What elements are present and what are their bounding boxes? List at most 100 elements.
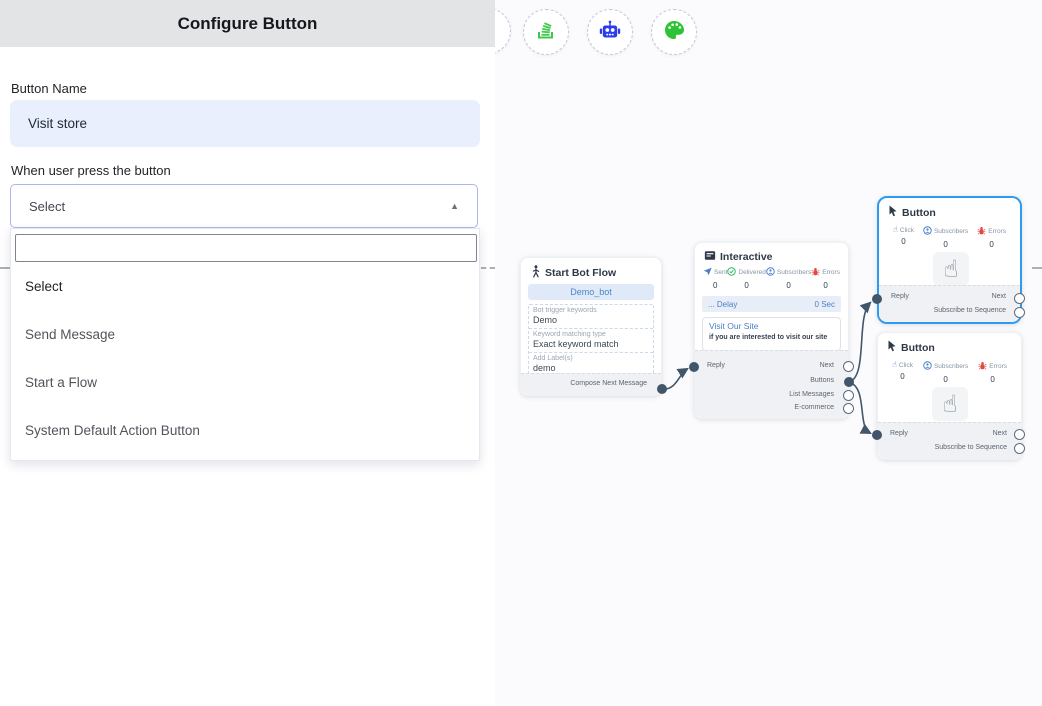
panel-header: Configure Button xyxy=(0,0,495,47)
toolbar-theme-button[interactable] xyxy=(651,9,697,55)
chevron-up-icon: ▲ xyxy=(450,201,459,211)
robot-icon xyxy=(598,18,622,47)
walk-icon xyxy=(530,265,541,281)
bug-icon xyxy=(977,226,986,237)
action-dropdown: Select Send Message Start a Flow System … xyxy=(10,228,480,461)
delay-value: 0 Sec xyxy=(815,300,835,309)
stat-value: 0 xyxy=(766,281,811,290)
field-row: Keyword matching type Exact keyword matc… xyxy=(529,329,653,353)
interactive-node[interactable]: Interactive Sent 0 Delivered 0 Subscribe… xyxy=(694,242,849,419)
divider-dash xyxy=(0,267,10,269)
dropdown-option-start-a-flow[interactable]: Start a Flow xyxy=(11,358,479,406)
connector-interactive-reply[interactable] xyxy=(689,362,699,372)
dropdown-option-select[interactable]: Select xyxy=(11,262,479,310)
connector-button1-subscribe[interactable] xyxy=(1014,307,1025,318)
interactive-icon xyxy=(704,250,716,264)
connector-buttons[interactable] xyxy=(844,377,854,387)
button-name-label: Button Name xyxy=(11,81,87,96)
stats-row: Sent 0 Delivered 0 Subscribers 0 Errors xyxy=(695,267,848,290)
select-value: Select xyxy=(29,199,65,214)
stat-subscribers: Subscribers 0 xyxy=(766,267,811,290)
click-icon: ☝ xyxy=(892,361,897,369)
start-bot-flow-node[interactable]: Start Bot Flow Demo_bot Bot trigger keyw… xyxy=(520,257,662,396)
dropdown-option-system-default[interactable]: System Default Action Button xyxy=(11,406,479,454)
button-name-input[interactable] xyxy=(10,100,480,147)
subscribers-icon xyxy=(923,361,932,372)
connector-button1-next[interactable] xyxy=(1014,293,1025,304)
output-label-buttons: Buttons xyxy=(810,377,834,384)
hand-pointer-icon: ☝ xyxy=(933,252,969,286)
bot-name-button[interactable]: Demo_bot xyxy=(528,284,654,300)
field-value: demo xyxy=(533,363,649,373)
field-label: Keyword matching type xyxy=(533,331,649,338)
stat-subscribers: Subscribers 0 xyxy=(923,226,968,249)
stat-label: Subscribers xyxy=(777,269,811,276)
stat-value: 0 xyxy=(703,281,727,290)
stat-label: Delivered xyxy=(738,269,765,276)
output-label-subscribe: Subscribe to Sequence xyxy=(935,444,1007,451)
stat-label: Errors xyxy=(988,228,1006,235)
delay-bar[interactable]: ... Delay 0 Sec xyxy=(702,296,841,312)
connector-next[interactable] xyxy=(843,361,854,372)
sent-icon xyxy=(703,267,712,278)
message-title: Visit Our Site xyxy=(709,321,834,331)
stat-subscribers: Subscribers 0 xyxy=(923,361,968,384)
node-title-label: Button xyxy=(901,342,935,354)
connector-ecommerce[interactable] xyxy=(843,403,854,414)
stat-errors: Errors 0 xyxy=(978,361,1007,384)
output-label-next: Next xyxy=(993,430,1007,437)
toolbar-stack-button[interactable] xyxy=(523,9,569,55)
stat-value: 0 xyxy=(977,240,1006,249)
node-title-label: Interactive xyxy=(720,251,773,263)
button-node-selected[interactable]: Button ☝ Click 0 Subscribers 0 Errors 0 xyxy=(877,196,1022,324)
action-select[interactable]: Select ▲ xyxy=(10,184,478,228)
hand-pointer-icon: ☝ xyxy=(932,387,968,421)
toolbar-bot-button[interactable] xyxy=(587,9,633,55)
stat-click: ☝ Click 0 xyxy=(893,226,914,249)
trigger-fields: Bot trigger keywords Demo Keyword matchi… xyxy=(528,304,654,377)
stat-label: Subscribers xyxy=(934,363,968,370)
stat-value: 0 xyxy=(923,240,968,249)
configure-button-panel: Configure Button Button Name When user p… xyxy=(0,0,495,706)
stat-click: ☝ Click 0 xyxy=(892,361,913,384)
button-node[interactable]: Button ☝ Click 0 Subscribers 0 Errors 0 xyxy=(877,332,1022,460)
click-icon: ☝ xyxy=(893,226,898,234)
bug-icon xyxy=(978,361,987,372)
stat-errors: Errors 0 xyxy=(977,226,1006,249)
connector-button2-next[interactable] xyxy=(1014,429,1025,440)
connector-list-messages[interactable] xyxy=(843,390,854,401)
stats-row: ☝ Click 0 Subscribers 0 Errors 0 xyxy=(878,361,1021,384)
divider-dash xyxy=(1032,267,1042,269)
connector-button2-subscribe[interactable] xyxy=(1014,443,1025,454)
message-card[interactable]: Visit Our Site if you are interested to … xyxy=(702,317,841,351)
field-value: Exact keyword match xyxy=(533,339,649,349)
connector-button2-reply[interactable] xyxy=(872,430,882,440)
compose-next-message-label[interactable]: Compose Next Message xyxy=(570,380,647,387)
field-row: Bot trigger keywords Demo xyxy=(529,305,653,329)
stat-label: Errors xyxy=(822,269,840,276)
cursor-icon xyxy=(888,205,898,220)
toolbar-hidden-button[interactable] xyxy=(495,8,511,54)
connector-compose-out[interactable] xyxy=(657,384,667,394)
connector-button1-reply[interactable] xyxy=(872,294,882,304)
output-label-next: Next xyxy=(992,293,1006,300)
dropdown-search-input[interactable] xyxy=(15,234,477,262)
stat-sent: Sent 0 xyxy=(703,267,727,290)
subscribers-icon xyxy=(923,226,932,237)
delay-label: ... Delay xyxy=(708,300,737,309)
cursor-icon xyxy=(887,340,897,355)
stats-row: ☝ Click 0 Subscribers 0 Errors 0 xyxy=(879,226,1020,249)
output-label-ecommerce: E-commerce xyxy=(794,404,834,411)
panel-title: Configure Button xyxy=(178,14,318,34)
dropdown-option-send-message[interactable]: Send Message xyxy=(11,310,479,358)
stat-value: 0 xyxy=(811,281,840,290)
reply-input-label: Reply xyxy=(890,430,908,437)
stat-label: Errors xyxy=(989,363,1007,370)
stat-value: 0 xyxy=(892,372,913,381)
flow-canvas[interactable]: Start Bot Flow Demo_bot Bot trigger keyw… xyxy=(495,0,1042,706)
field-label: Add Label(s) xyxy=(533,355,649,362)
node-title-label: Start Bot Flow xyxy=(545,267,616,279)
stat-errors: Errors 0 xyxy=(811,267,840,290)
bug-icon xyxy=(811,267,820,278)
action-label: When user press the button xyxy=(11,163,171,178)
